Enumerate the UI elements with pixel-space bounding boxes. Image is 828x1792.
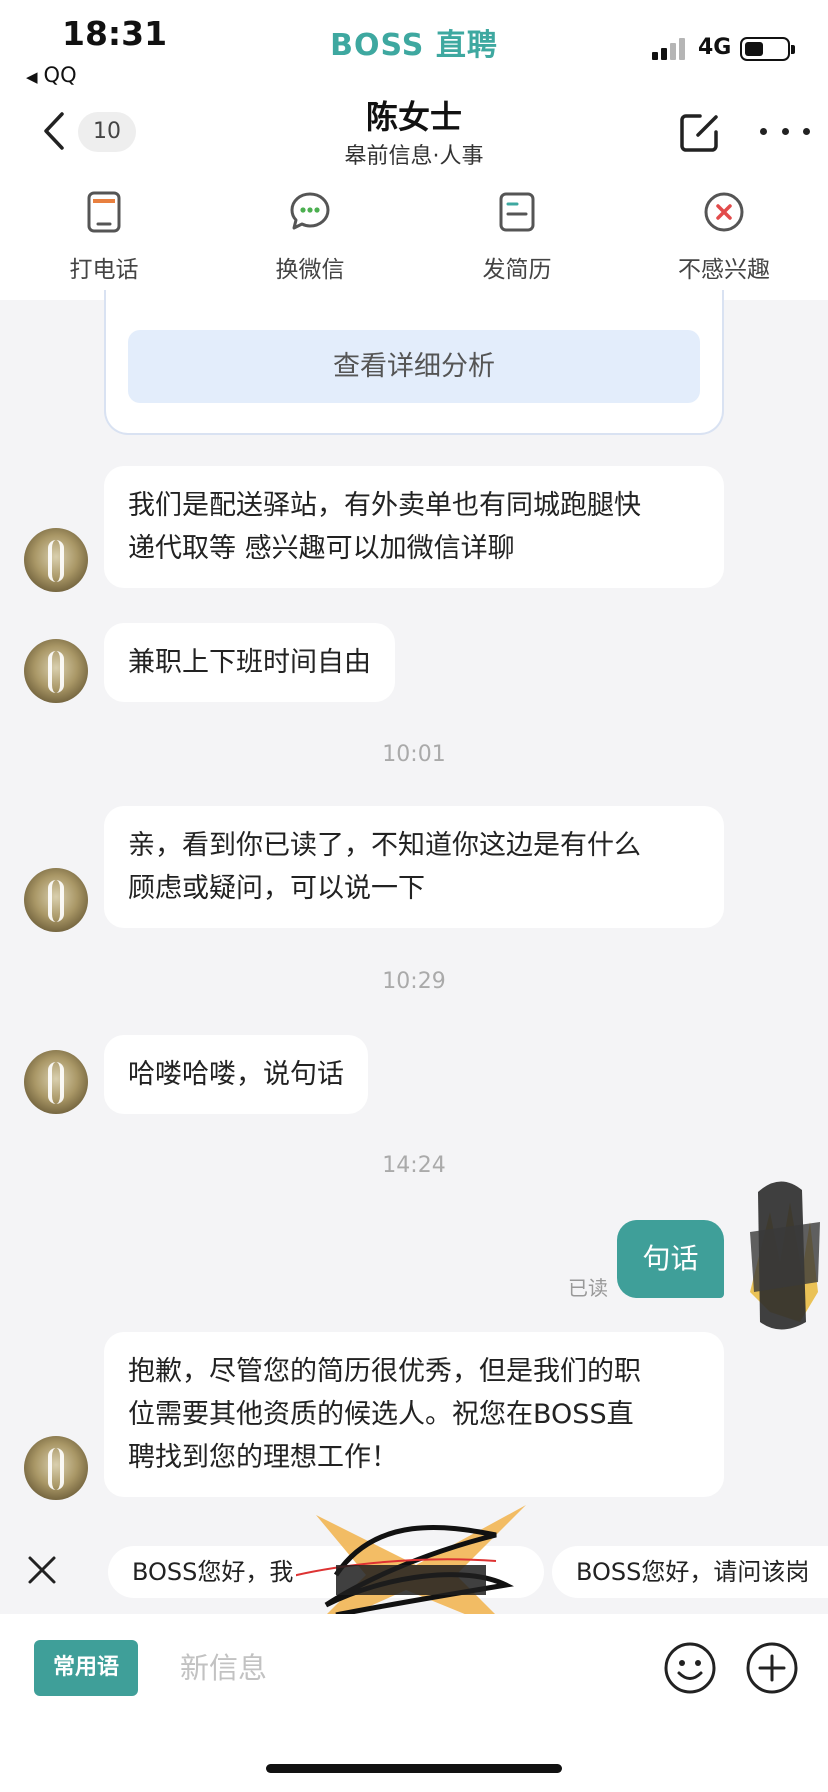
avatar[interactable]	[24, 1050, 88, 1114]
message-line: 哈喽哈喽，说句话	[128, 1059, 344, 1090]
avatar[interactable]	[24, 1436, 88, 1500]
battery-icon	[740, 37, 795, 61]
read-status: 已读	[568, 1276, 608, 1300]
avatar[interactable]	[24, 639, 88, 703]
message-bubble: 抱歉，尽管您的简历很优秀，但是我们的职 位需要其他资质的候选人。祝您在BOSS直…	[104, 1332, 724, 1497]
message-line: 顾虑或疑问，可以说一下	[128, 873, 425, 904]
message-bubble: 亲，看到你已读了，不知道你这边是有什么 顾虑或疑问，可以说一下	[104, 806, 724, 928]
header-area: 18:31 ◀QQ BOSS 直聘 4G 10 陈女士 皋前信息·人事 打电话	[0, 0, 828, 300]
wechat-icon	[290, 192, 330, 230]
close-icon[interactable]	[24, 1552, 60, 1588]
action-label: 不感兴趣	[678, 257, 770, 283]
not-interested-icon	[704, 192, 744, 232]
back-to-app-link[interactable]: ◀ QQ	[26, 63, 77, 87]
signal-icon	[652, 38, 685, 60]
timestamp: 10:01	[382, 742, 446, 767]
avatar[interactable]	[24, 868, 88, 932]
message-line: 抱歉，尽管您的简历很优秀，但是我们的职	[128, 1356, 641, 1387]
network-type: 4G	[698, 35, 732, 60]
message-line: 兼职上下班时间自由	[128, 647, 371, 678]
action-wechat[interactable]: 换微信	[235, 190, 385, 284]
action-label: 换微信	[275, 257, 345, 283]
message-bubble: 我们是配送驿站，有外卖单也有同城跑腿快 递代取等 感兴趣可以加微信详聊	[104, 466, 724, 588]
edit-icon[interactable]	[676, 108, 724, 156]
resume-icon	[499, 192, 535, 232]
message-line: 亲，看到你已读了，不知道你这边是有什么	[128, 830, 641, 861]
timestamp: 10:29	[382, 969, 446, 994]
home-indicator	[266, 1764, 562, 1773]
emoji-icon[interactable]	[662, 1640, 718, 1696]
redacted-avatar	[750, 1181, 820, 1330]
avatar[interactable]	[24, 528, 88, 592]
message-input[interactable]	[180, 1640, 580, 1696]
back-app-label: QQ	[43, 63, 77, 87]
common-phrases-button[interactable]: 常用语	[34, 1640, 138, 1696]
analysis-card: 查看详细分析	[104, 290, 724, 435]
message-line: 聘找到您的理想工作！	[128, 1442, 398, 1473]
action-bar: 打电话 换微信 发简历 不感兴趣	[0, 190, 828, 290]
view-analysis-button[interactable]: 查看详细分析	[128, 330, 700, 403]
action-resume[interactable]: 发简历	[442, 190, 592, 284]
action-call[interactable]: 打电话	[29, 190, 179, 284]
timestamp: 14:24	[382, 1153, 446, 1178]
phone-icon	[87, 191, 121, 233]
message-line: 位需要其他资质的候选人。祝您在BOSS直	[128, 1399, 634, 1430]
message-bubble: 哈喽哈喽，说句话	[104, 1035, 368, 1114]
my-message-bubble: 句话	[617, 1220, 724, 1298]
back-triangle-icon: ◀	[26, 68, 38, 86]
action-label: 打电话	[69, 257, 139, 283]
action-not-interested[interactable]: 不感兴趣	[649, 190, 799, 284]
input-bar: 常用语	[0, 1614, 828, 1792]
plus-icon[interactable]	[744, 1640, 800, 1696]
message-line: 递代取等 感兴趣可以加微信详聊	[128, 533, 515, 564]
message-line: 我们是配送驿站，有外卖单也有同城跑腿快	[128, 490, 641, 521]
more-menu-icon[interactable]	[760, 118, 810, 144]
message-bubble: 兼职上下班时间自由	[104, 623, 395, 702]
action-label: 发简历	[482, 257, 552, 283]
quick-phrase-chip[interactable]: BOSS您好，请问该岗	[552, 1546, 828, 1598]
